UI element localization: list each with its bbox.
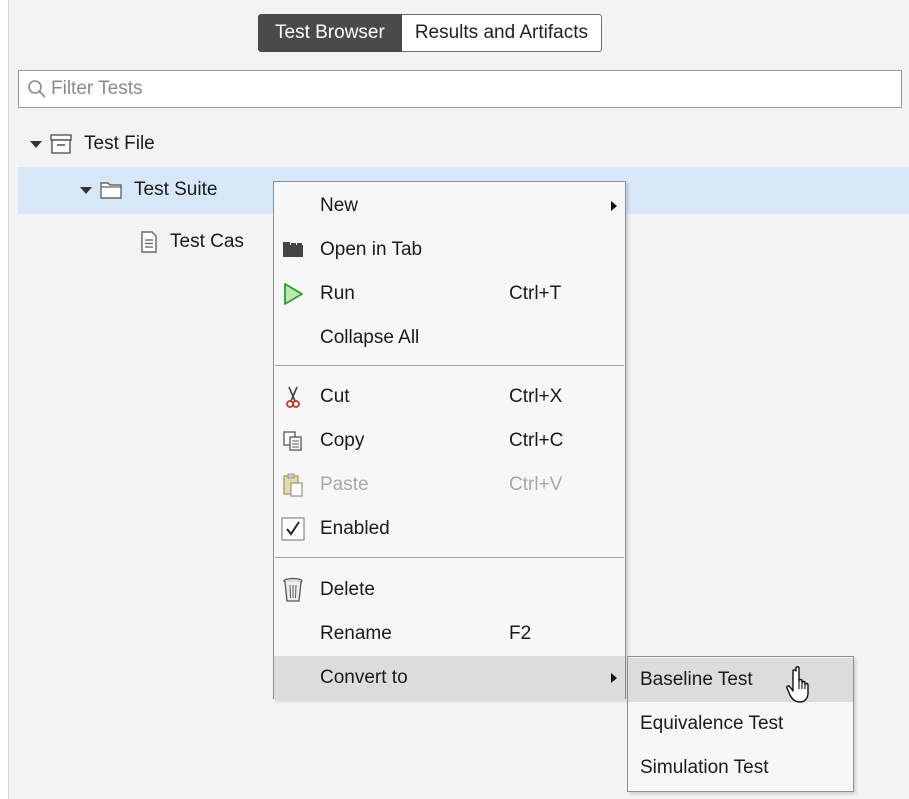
tree-node-test-file[interactable]: Test File [30,124,155,164]
scissors-icon [280,384,306,410]
tree-node-label: Test Cas [170,231,244,252]
menu-item-convert-to[interactable]: Convert to [274,656,625,700]
menu-item-shortcut: Ctrl+X [509,386,563,407]
convert-to-submenu: Baseline Test Equivalence Test Simulatio… [627,656,854,792]
submenu-arrow-icon [611,673,617,683]
menu-item-shortcut: Ctrl+V [509,474,563,495]
menu-item-label: Collapse All [320,327,420,348]
tab-test-browser[interactable]: Test Browser [258,14,402,52]
tree-node-test-case[interactable]: Test Cas [140,222,244,262]
menu-item-collapse-all[interactable]: Collapse All [274,316,625,360]
menu-item-copy[interactable]: Copy Ctrl+C [274,419,625,463]
menu-separator [275,557,624,558]
menu-item-run[interactable]: Run Ctrl+T [274,272,625,316]
menu-item-label: Rename [320,623,392,644]
submenu-item-label: Equivalence Test [640,713,784,734]
search-icon [27,79,51,99]
paste-icon [280,472,306,498]
menu-item-delete[interactable]: Delete [274,568,625,612]
menu-item-enabled[interactable]: Enabled [274,507,625,551]
submenu-item-label: Simulation Test [640,757,769,778]
menu-item-new[interactable]: New [274,184,625,228]
menu-separator [275,365,624,366]
run-icon [280,281,306,307]
submenu-item-simulation-test[interactable]: Simulation Test [628,746,853,790]
menu-item-shortcut: Ctrl+C [509,430,564,451]
menu-item-label: Run [320,283,355,304]
document-icon [140,231,158,253]
chevron-down-icon[interactable] [30,140,42,148]
filter-tests-input[interactable]: Filter Tests [18,70,902,108]
test-file-icon [50,134,72,154]
tree-node-test-suite[interactable]: Test Suite [80,170,217,210]
menu-item-label: Paste [320,474,369,495]
context-menu: New Open in Tab Run Ctrl+T Collapse All … [273,181,626,700]
menu-item-label: Convert to [320,667,408,688]
menu-item-label: Open in Tab [320,239,423,260]
menu-item-label: Cut [320,386,350,407]
tree-node-label: Test Suite [134,179,218,200]
trash-icon [280,577,306,603]
menu-item-paste[interactable]: Paste Ctrl+V [274,463,625,507]
tree-node-label: Test File [84,133,155,154]
menu-item-shortcut: Ctrl+T [509,283,562,304]
copy-icon [280,428,306,454]
menu-item-label: Enabled [320,518,390,539]
submenu-item-baseline-test[interactable]: Baseline Test [628,658,853,702]
open-tab-icon [280,237,306,263]
submenu-arrow-icon [611,201,617,211]
search-placeholder: Filter Tests [51,78,143,99]
tab-bar: Test Browser Results and Artifacts [258,14,603,52]
folder-icon [100,180,122,200]
menu-item-label: Copy [320,430,365,451]
menu-item-label: Delete [320,579,375,600]
menu-item-open-in-tab[interactable]: Open in Tab [274,228,625,272]
menu-item-cut[interactable]: Cut Ctrl+X [274,375,625,419]
menu-item-rename[interactable]: Rename F2 [274,612,625,656]
tab-results-and-artifacts[interactable]: Results and Artifacts [401,14,603,52]
menu-item-shortcut: F2 [509,623,532,644]
chevron-down-icon[interactable] [80,186,92,194]
hand-pointer-icon [785,665,817,710]
submenu-item-label: Baseline Test [640,669,753,690]
checkmark-icon [280,516,306,542]
submenu-item-equivalence-test[interactable]: Equivalence Test [628,702,853,746]
menu-item-label: New [320,195,359,216]
